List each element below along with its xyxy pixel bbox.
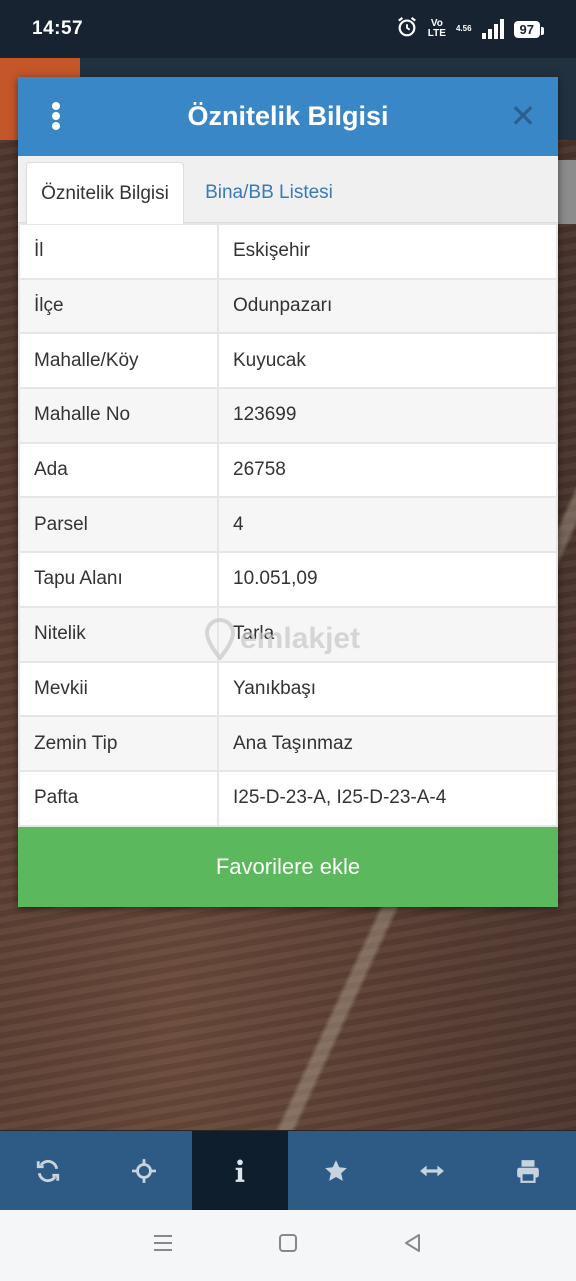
row-key: Parsel [18, 496, 219, 554]
table-row: Ada 26758 [18, 441, 558, 499]
row-value: 10.051,09 [217, 551, 558, 608]
table-row: Pafta I25-D-23-A, I25-D-23-A-4 [18, 769, 558, 827]
row-value: 4 [217, 496, 558, 554]
table-row: Nitelik Tarla [18, 605, 558, 663]
more-vertical-icon[interactable] [48, 99, 64, 133]
close-icon[interactable]: ✕ [508, 100, 538, 132]
tab-bar: Öznitelik Bilgisi Bina/BB Listesi [18, 156, 558, 224]
row-value: 26758 [217, 441, 558, 499]
row-key: Mahalle/Köy [18, 332, 219, 390]
status-time: 14:57 [32, 18, 84, 39]
table-row: Zemin Tip Ana Taşınmaz [18, 715, 558, 772]
row-key: Nitelik [18, 605, 219, 663]
star-icon[interactable] [288, 1131, 384, 1210]
volte-bottom: LTE [427, 28, 446, 39]
system-nav-bar [0, 1210, 576, 1281]
row-key: Mahalle No [18, 387, 219, 444]
back-icon[interactable] [401, 1231, 425, 1260]
table-row: İl Eskişehir [18, 223, 558, 280]
net-speed: 4.56 [455, 24, 472, 33]
row-value: Ana Taşınmaz [217, 715, 558, 772]
battery-icon: 97 [513, 20, 545, 38]
row-key: Mevkii [18, 660, 219, 718]
volte-icon: Vo LTE [428, 19, 446, 39]
table-row: İlçe Odunpazarı [18, 277, 558, 335]
row-value: Odunpazarı [217, 277, 558, 335]
dialog-header: Öznitelik Bilgisi ✕ [18, 77, 558, 156]
table-row: Parsel 4 [18, 496, 558, 554]
table-row: Mahalle No 123699 [18, 387, 558, 444]
add-to-favorites-button[interactable]: Favorilere ekle [18, 827, 558, 907]
print-icon[interactable] [480, 1131, 576, 1210]
attribute-dialog: Öznitelik Bilgisi ✕ Öznitelik Bilgisi Bi… [18, 77, 558, 907]
map-edge [558, 160, 576, 224]
table-row: Mahalle/Köy Kuyucak [18, 332, 558, 390]
home-icon[interactable] [276, 1231, 300, 1260]
row-value: Eskişehir [217, 223, 558, 280]
row-value: Kuyucak [217, 332, 558, 390]
bottom-toolbar [0, 1131, 576, 1210]
tab-building-list[interactable]: Bina/BB Listesi [184, 162, 354, 223]
tab-attribute-info[interactable]: Öznitelik Bilgisi [26, 162, 184, 224]
crosshair-icon[interactable] [96, 1131, 192, 1210]
row-value: Tarla [217, 605, 558, 663]
status-bar: 14:57 Vo LTE 4.56 97 [0, 0, 576, 58]
row-key: İlçe [18, 277, 219, 335]
info-icon[interactable] [192, 1131, 288, 1210]
dialog-title: Öznitelik Bilgisi [187, 101, 389, 131]
menu-icon[interactable] [151, 1231, 175, 1260]
row-value: 123699 [217, 387, 558, 444]
row-value: Yanıkbaşı [217, 660, 558, 718]
row-key: Pafta [18, 769, 219, 827]
refresh-icon[interactable] [0, 1131, 96, 1210]
row-value: I25-D-23-A, I25-D-23-A-4 [217, 769, 558, 827]
measure-arrows-icon[interactable] [384, 1131, 480, 1210]
row-key: Tapu Alanı [18, 551, 219, 608]
attribute-table: İl Eskişehir İlçe Odunpazarı Mahalle/Köy Ku… [18, 223, 558, 827]
row-key: İl [18, 223, 219, 280]
row-key: Zemin Tip [18, 715, 219, 772]
table-row: Mevkii Yanıkbaşı [18, 660, 558, 718]
row-key: Ada [18, 441, 219, 499]
alarm-icon [396, 16, 418, 43]
signal-icon [481, 19, 504, 39]
status-icons: Vo LTE 4.56 97 [396, 16, 545, 43]
table-row: Tapu Alanı 10.051,09 [18, 551, 558, 608]
